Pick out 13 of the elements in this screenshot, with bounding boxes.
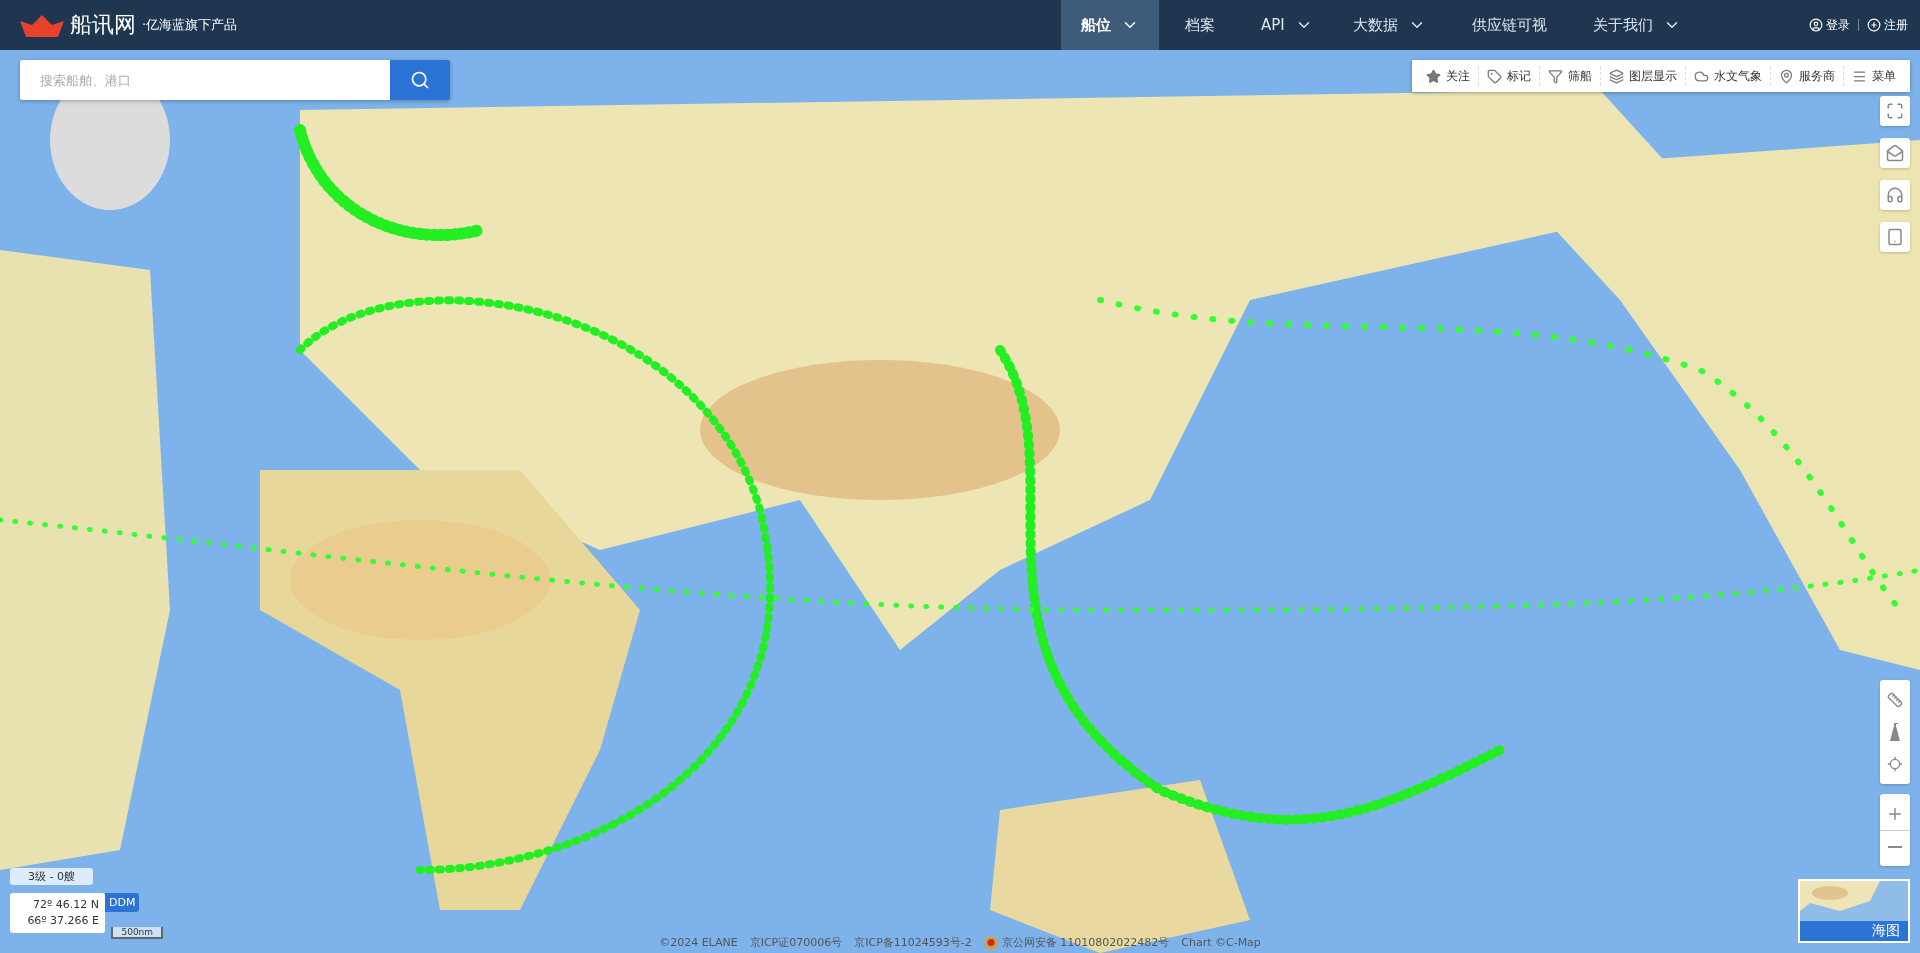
nav-item[interactable]: 档案: [1159, 0, 1241, 50]
site-tagline: ·亿海蓝旗下产品: [142, 16, 238, 34]
boat-logo-icon: [20, 13, 64, 37]
login-link[interactable]: 登录: [1809, 16, 1850, 34]
nav-item[interactable]: 大数据: [1332, 0, 1446, 50]
plus-icon: [1867, 18, 1881, 32]
nav-item[interactable]: 供应链可视: [1445, 0, 1573, 50]
user-icon: [1809, 18, 1823, 32]
register-link[interactable]: 注册: [1867, 16, 1908, 34]
nav-item[interactable]: API: [1241, 0, 1333, 50]
nav-item[interactable]: 关于我们: [1572, 0, 1701, 50]
nav-item[interactable]: 船位: [1061, 0, 1159, 50]
site-name: 船讯网: [70, 11, 136, 39]
